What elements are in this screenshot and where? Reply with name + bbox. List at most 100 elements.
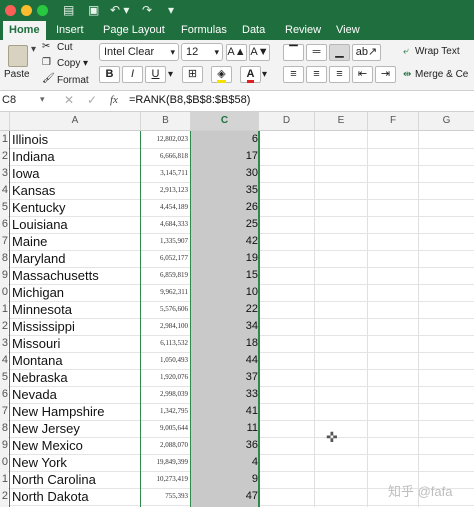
row-number[interactable]: 3 xyxy=(0,335,8,352)
cell-population[interactable]: 2,984,100 xyxy=(142,318,188,335)
decrease-font-size-button[interactable]: A▼ xyxy=(249,44,270,61)
column-header-b[interactable]: B xyxy=(141,112,191,130)
cell-population[interactable]: 3,145,711 xyxy=(142,165,188,182)
cell-state-name[interactable]: Missouri xyxy=(10,335,142,352)
row-number[interactable]: 7 xyxy=(0,233,8,250)
cancel-icon[interactable]: ✕ xyxy=(64,93,74,107)
column-header-g[interactable]: G xyxy=(419,112,474,130)
row-number[interactable]: 0 xyxy=(0,284,8,301)
cell-state-name[interactable]: Nebraska xyxy=(10,369,142,386)
row-number[interactable]: 3 xyxy=(0,165,8,182)
wrap-text-button[interactable]: Wrap Text xyxy=(415,46,460,57)
cell-population[interactable]: 4,684,333 xyxy=(142,216,188,233)
row-number[interactable]: 6 xyxy=(0,216,8,233)
tab-data[interactable]: Data xyxy=(236,21,271,40)
undo-icon[interactable]: ↶ ▾ xyxy=(110,2,129,19)
cell-rank[interactable]: 4 xyxy=(191,454,258,471)
cell-population[interactable]: 6,666,818 xyxy=(142,148,188,165)
cell-population[interactable]: 1,335,907 xyxy=(142,233,188,250)
cell-state-name[interactable]: New York xyxy=(10,454,142,471)
cell-rank[interactable]: 42 xyxy=(191,233,258,250)
merge-center-button[interactable]: Merge & Ce xyxy=(415,69,468,80)
cell-population[interactable]: 6,052,177 xyxy=(142,250,188,267)
cell-state-name[interactable]: Louisiana xyxy=(10,216,142,233)
cell-population[interactable]: 5,576,606 xyxy=(142,301,188,318)
column-header-d[interactable]: D xyxy=(259,112,315,130)
copy-dropdown-icon[interactable]: ▾ xyxy=(83,58,88,69)
cell-population[interactable]: 19,849,399 xyxy=(142,454,189,471)
cell-state-name[interactable]: North Dakota xyxy=(10,488,142,505)
row-number[interactable]: 1 xyxy=(0,301,8,318)
cell-rank[interactable]: 33 xyxy=(191,386,258,403)
font-color-dropdown-icon[interactable]: ▾ xyxy=(262,69,267,80)
cell-state-name[interactable]: Minnesota xyxy=(10,301,142,318)
tab-page-layout[interactable]: Page Layout xyxy=(97,21,171,40)
cell-state-name[interactable]: Mississippi xyxy=(10,318,142,335)
cell-population[interactable]: 6,113,532 xyxy=(142,335,188,352)
tab-review[interactable]: Review xyxy=(279,21,327,40)
cell-rank[interactable]: 47 xyxy=(191,488,258,505)
cell-population[interactable]: 755,393 xyxy=(142,488,188,505)
cell-population[interactable]: 10,273,419 xyxy=(142,471,189,488)
name-box-dropdown-icon[interactable]: ▾ xyxy=(40,94,45,105)
cell-rank[interactable]: 36 xyxy=(191,437,258,454)
row-number[interactable]: 8 xyxy=(0,250,8,267)
fx-icon[interactable]: fx xyxy=(110,94,118,106)
more-icon[interactable]: ▾ xyxy=(168,2,174,19)
column-header-a[interactable]: A xyxy=(10,112,141,130)
cell-rank[interactable]: 26 xyxy=(191,199,258,216)
align-right-button[interactable]: ≡ xyxy=(329,66,350,83)
minimize-window-button[interactable] xyxy=(21,5,32,16)
sheet-grid[interactable]: 1 Illinois 12,802,023 6 2 Indiana 6,666,818 17 3… xyxy=(0,131,474,507)
font-color-button[interactable]: A xyxy=(240,66,261,83)
row-number[interactable]: 7 xyxy=(0,403,8,420)
cell-rank[interactable]: 25 xyxy=(191,216,258,233)
tab-home[interactable]: Home xyxy=(3,21,46,40)
cell-state-name[interactable]: Massachusetts xyxy=(10,267,142,284)
cell-state-name[interactable]: Michigan xyxy=(10,284,142,301)
row-number[interactable]: 0 xyxy=(0,454,8,471)
name-box[interactable]: C8 xyxy=(2,94,16,106)
cell-rank[interactable]: 10 xyxy=(191,284,258,301)
column-header-e[interactable]: E xyxy=(315,112,368,130)
increase-font-size-button[interactable]: A▲ xyxy=(226,44,247,61)
column-header-c[interactable]: C xyxy=(191,112,259,130)
cell-population[interactable]: 2,088,070 xyxy=(142,437,188,454)
row-number[interactable]: 2 xyxy=(0,318,8,335)
font-name-dropdown[interactable]: Intel Clear ▾ xyxy=(99,43,179,61)
italic-button[interactable]: I xyxy=(122,66,143,83)
orientation-button[interactable]: ab↗ xyxy=(352,44,381,61)
clipboard-icon[interactable] xyxy=(8,45,28,67)
cell-rank[interactable]: 9 xyxy=(191,471,258,488)
cell-state-name[interactable]: Kentucky xyxy=(10,199,142,216)
sidebar-icon[interactable]: ▤ xyxy=(63,2,74,19)
cell-rank[interactable]: 22 xyxy=(191,301,258,318)
cell-population[interactable]: 1,342,795 xyxy=(142,403,188,420)
cell-population[interactable]: 9,962,311 xyxy=(142,284,188,301)
row-number[interactable]: 4 xyxy=(0,352,8,369)
paste-button[interactable]: Paste xyxy=(4,69,30,80)
row-number[interactable]: 1 xyxy=(0,471,8,488)
row-number[interactable]: 9 xyxy=(0,267,8,284)
row-number[interactable]: 2 xyxy=(0,148,8,165)
cell-rank[interactable]: 44 xyxy=(191,352,258,369)
cell-rank[interactable]: 41 xyxy=(191,403,258,420)
row-number[interactable]: 5 xyxy=(0,369,8,386)
cut-button[interactable]: Cut xyxy=(57,42,73,53)
zoom-window-button[interactable] xyxy=(37,5,48,16)
bold-button[interactable]: B xyxy=(99,66,120,83)
cell-rank[interactable]: 17 xyxy=(191,148,258,165)
cell-population[interactable]: 1,920,076 xyxy=(142,369,188,386)
decrease-indent-button[interactable]: ⇤ xyxy=(352,66,373,83)
row-number[interactable]: 2 xyxy=(0,488,8,505)
cell-population[interactable]: 1,050,493 xyxy=(142,352,188,369)
align-middle-button[interactable]: ═ xyxy=(306,44,327,61)
increase-indent-button[interactable]: ⇥ xyxy=(375,66,396,83)
cell-rank[interactable]: 34 xyxy=(191,318,258,335)
row-number[interactable]: 4 xyxy=(0,182,8,199)
cell-state-name[interactable]: Nevada xyxy=(10,386,142,403)
tab-formulas[interactable]: Formulas xyxy=(175,21,233,40)
cell-population[interactable]: 12,802,023 xyxy=(142,131,189,148)
cell-rank[interactable]: 11 xyxy=(191,420,258,437)
tab-insert[interactable]: Insert xyxy=(50,21,90,40)
